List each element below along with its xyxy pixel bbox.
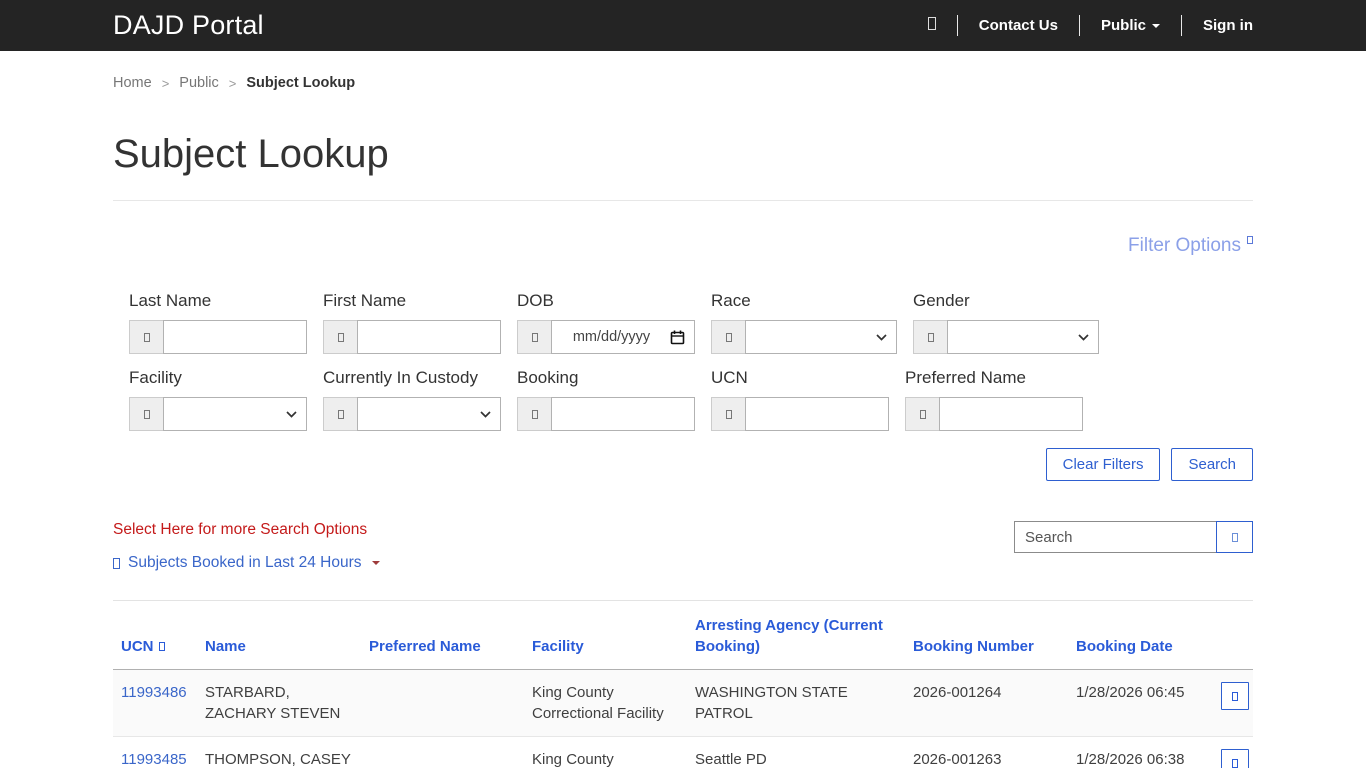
row-detail-button[interactable] [1221, 749, 1249, 768]
table-row: 11993486 STARBARD, ZACHARY STEVEN King C… [113, 669, 1253, 737]
first-name-input[interactable] [357, 320, 501, 354]
calendar-addon-icon [517, 320, 551, 354]
arresting-agency-cell: WASHINGTON STATE PATROL [687, 669, 905, 737]
brand-title[interactable]: DAJD Portal [113, 10, 264, 41]
clear-filters-button[interactable]: Clear Filters [1045, 448, 1161, 481]
race-label: Race [711, 291, 751, 310]
breadcrumb: Home > Public > Subject Lookup [113, 51, 1253, 91]
detail-icon [1232, 691, 1238, 701]
search-icon [1231, 532, 1238, 542]
preferred-name-label: Preferred Name [905, 368, 1026, 387]
list-icon [113, 557, 120, 569]
detail-icon [1232, 758, 1238, 768]
filter-options-toggle[interactable]: Filter Options [1128, 235, 1253, 256]
facility-cell: King County Correctional Facility [524, 736, 687, 768]
title-divider [113, 200, 1253, 201]
table-search-input[interactable] [1014, 521, 1217, 553]
booking-number-cell: 2026-001263 [905, 736, 1068, 768]
booking-date-cell: 1/28/2026 06:38 [1068, 736, 1213, 768]
breadcrumb-separator: > [228, 75, 237, 91]
name-cell: STARBARD, ZACHARY STEVEN [197, 669, 361, 737]
nav-sign-in[interactable]: Sign in [1203, 17, 1253, 34]
last-name-label: Last Name [129, 291, 212, 310]
results-table: UCN Name Preferred Name Facility Arresti… [113, 600, 1253, 768]
chevron-down-icon [876, 333, 887, 341]
table-search-go-button[interactable] [1216, 521, 1253, 553]
dob-date-input[interactable]: mm/dd/yyyy [551, 320, 695, 354]
chevron-down-icon [1078, 333, 1089, 341]
navbar-divider [1181, 15, 1182, 36]
calendar-icon[interactable] [670, 330, 685, 345]
column-header-booking-number[interactable]: Booking Number [905, 600, 1068, 670]
person-icon [323, 320, 357, 354]
race-select[interactable] [745, 320, 897, 354]
breadcrumb-separator: > [161, 75, 170, 91]
ucn-label: UCN [711, 368, 748, 387]
nav-contact-us[interactable]: Contact Us [979, 17, 1058, 34]
gender-select[interactable] [947, 320, 1099, 354]
person-icon [129, 320, 163, 354]
ucn-link[interactable]: 11993486 [121, 684, 187, 701]
facility-select[interactable] [163, 397, 307, 431]
first-name-label: First Name [323, 291, 407, 310]
chevron-down-icon [286, 410, 297, 418]
subjects-booked-24h-dropdown[interactable]: Subjects Booked in Last 24 Hours [113, 554, 380, 572]
custody-addon-icon [323, 397, 357, 431]
facility-label: Facility [129, 368, 182, 387]
row-detail-button[interactable] [1221, 682, 1249, 710]
preferred-name-input[interactable] [939, 397, 1083, 431]
breadcrumb-current: Subject Lookup [246, 75, 356, 91]
ucn-input[interactable] [745, 397, 889, 431]
chevron-down-icon [1152, 23, 1160, 28]
currently-in-custody-label: Currently In Custody [323, 368, 478, 387]
sort-icon [158, 642, 165, 651]
preferred-name-cell [361, 736, 524, 768]
nav-public-dropdown[interactable]: Public [1101, 17, 1160, 34]
column-header-name[interactable]: Name [197, 600, 361, 670]
gender-label: Gender [913, 291, 970, 310]
booking-date-cell: 1/28/2026 06:45 [1068, 669, 1213, 737]
last-name-input[interactable] [163, 320, 307, 354]
filter-row-2: Facility Currently In Custody Booking UC… [113, 368, 1253, 431]
navbar-search-icon[interactable] [927, 16, 936, 35]
facility-cell: King County Correctional Facility [524, 669, 687, 737]
dob-label: DOB [517, 291, 554, 310]
column-header-facility[interactable]: Facility [524, 600, 687, 670]
breadcrumb-public[interactable]: Public [179, 75, 219, 91]
person-icon [905, 397, 939, 431]
preferred-name-cell [361, 669, 524, 737]
column-header-arresting-agency[interactable]: Arresting Agency (Current Booking) [687, 600, 905, 670]
navbar-divider [1078, 15, 1080, 36]
building-icon [129, 397, 163, 431]
booking-number-cell: 2026-001264 [905, 669, 1068, 737]
currently-in-custody-select[interactable] [357, 397, 501, 431]
arresting-agency-cell: Seattle PD [687, 736, 905, 768]
column-header-booking-date[interactable]: Booking Date [1068, 600, 1213, 670]
gender-addon-icon [913, 320, 947, 354]
column-header-ucn[interactable]: UCN [113, 600, 197, 670]
booking-label: Booking [517, 368, 579, 387]
search-button[interactable]: Search [1171, 448, 1253, 481]
ucn-addon-icon [711, 397, 745, 431]
chevron-down-icon [480, 410, 491, 418]
navbar-divider [956, 15, 958, 36]
breadcrumb-home[interactable]: Home [113, 75, 152, 91]
ucn-link[interactable]: 11993485 [121, 751, 187, 768]
column-header-preferred-name[interactable]: Preferred Name [361, 600, 524, 670]
filter-row-1: Last Name First Name DOB mm/dd/yyyy Race… [113, 291, 1253, 354]
name-cell: THOMPSON, CASEY T [197, 736, 361, 768]
top-navbar: DAJD Portal Contact Us Public Sign in [0, 0, 1366, 51]
race-addon-icon [711, 320, 745, 354]
booking-addon-icon [517, 397, 551, 431]
page-title: Subject Lookup [113, 132, 389, 176]
table-header-row: UCN Name Preferred Name Facility Arresti… [113, 600, 1253, 670]
table-row: 11993485 THOMPSON, CASEY T King County C… [113, 736, 1253, 768]
booking-input[interactable] [551, 397, 695, 431]
chevron-down-icon [371, 561, 380, 565]
more-search-options-link[interactable]: Select Here for more Search Options [113, 521, 380, 539]
filter-toggle-icon [1247, 235, 1253, 244]
column-header-actions [1213, 600, 1253, 670]
